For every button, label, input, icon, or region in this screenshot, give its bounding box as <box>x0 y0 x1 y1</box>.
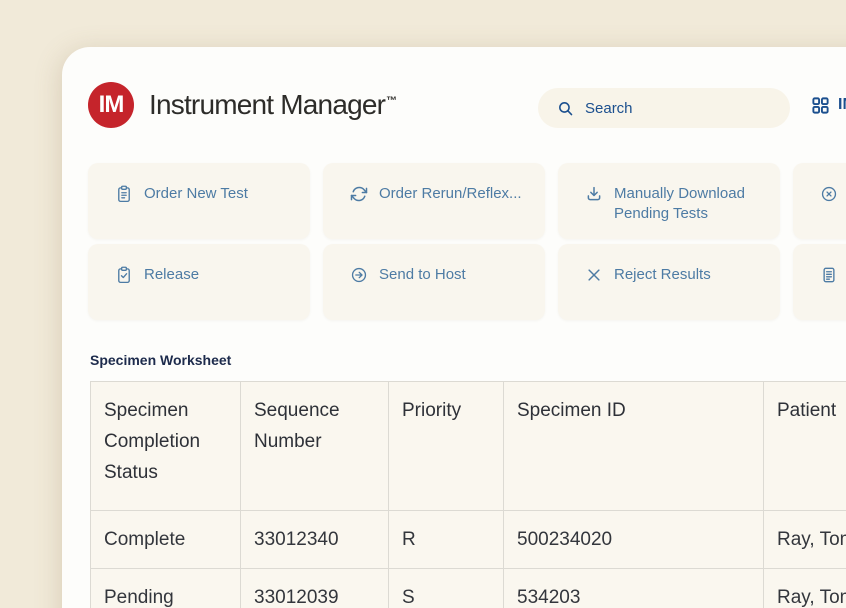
cell-sequence-number: 33012340 <box>241 511 389 569</box>
app-header: IM Instrument Manager™ <box>88 82 396 128</box>
document-icon <box>820 266 838 284</box>
rerun-icon <box>350 185 368 203</box>
cell-priority: R <box>389 511 504 569</box>
action-button-label: Send to Host <box>379 265 466 285</box>
cell-completion-status: Complete <box>91 511 241 569</box>
search-bar[interactable] <box>538 88 790 128</box>
clipboard-check-icon <box>115 266 133 284</box>
column-header-priority: Priority <box>389 382 504 511</box>
cell-specimen-id: 500234020 <box>504 511 764 569</box>
release-button[interactable]: Release <box>88 244 310 320</box>
nav-item-label[interactable]: IM <box>838 96 846 114</box>
order-new-test-button[interactable]: Order New Test <box>88 163 310 239</box>
table-header-row: Specimen Completion Status Sequence Numb… <box>91 382 846 511</box>
reject-results-button[interactable]: Reject Results <box>558 244 780 320</box>
order-rerun-reflex-button[interactable]: Order Rerun/Reflex... <box>323 163 545 239</box>
app-logo: IM <box>88 82 134 128</box>
document-action-button[interactable]: A R <box>793 244 846 320</box>
column-header-sequence-number: Sequence Number <box>241 382 389 511</box>
cell-sequence-number: 33012039 <box>241 569 389 608</box>
manually-download-pending-tests-button[interactable]: Manually Download Pending Tests <box>558 163 780 239</box>
table-row[interactable]: Complete 33012340 R 500234020 Ray, Tom <box>91 511 846 569</box>
download-icon <box>585 185 603 203</box>
specimen-worksheet-table: Specimen Completion Status Sequence Numb… <box>90 381 846 608</box>
column-header-patient: Patient <box>764 382 846 511</box>
app-title: Instrument Manager™ <box>149 89 396 121</box>
top-nav: IM <box>811 91 846 119</box>
worksheet-title: Specimen Worksheet <box>90 352 231 368</box>
action-button-label: Order New Test <box>144 184 248 204</box>
cell-priority: S <box>389 569 504 608</box>
page-background: IM Instrument Manager™ IM <box>0 0 846 608</box>
action-button-label: Manually Download Pending Tests <box>614 184 770 224</box>
action-button-grid: Order New Test Order Rerun/Reflex... Man… <box>88 163 846 320</box>
app-window: IM Instrument Manager™ IM <box>62 47 846 608</box>
column-header-specimen-id: Specimen ID <box>504 382 764 511</box>
search-icon <box>557 100 574 117</box>
action-button-label: Order Rerun/Reflex... <box>379 184 522 204</box>
action-button-label: Reject Results <box>614 265 711 285</box>
cell-specimen-id: 534203 <box>504 569 764 608</box>
cell-patient: Ray, Tom <box>764 511 846 569</box>
cancel-circle-icon <box>820 185 838 203</box>
app-logo-text: IM <box>99 91 124 119</box>
table-row[interactable]: Pending 33012039 S 534203 Ray, Tom <box>91 569 846 608</box>
action-button-label: Release <box>144 265 199 285</box>
search-input[interactable] <box>583 99 757 118</box>
cancel-circle-button[interactable]: C <box>793 163 846 239</box>
send-to-host-button[interactable]: Send to Host <box>323 244 545 320</box>
cell-completion-status: Pending <box>91 569 241 608</box>
trademark-symbol: ™ <box>386 95 396 107</box>
x-icon <box>585 266 603 284</box>
column-header-specimen-completion-status: Specimen Completion Status <box>91 382 241 511</box>
cell-patient: Ray, Tom <box>764 569 846 608</box>
clipboard-icon <box>115 185 133 203</box>
apps-grid-icon[interactable] <box>811 96 830 115</box>
arrow-right-circle-icon <box>350 266 368 284</box>
